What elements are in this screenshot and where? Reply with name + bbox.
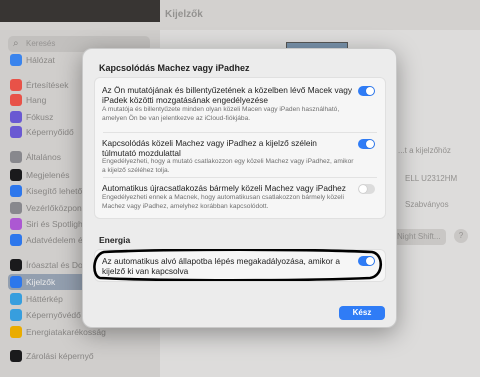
option-description: Engedélyezheti, hogy a mutató csatlakozz… xyxy=(102,158,354,174)
toggle-switch[interactable] xyxy=(358,86,375,96)
option-row-pointer-keyboard: Az Ön mutatójának és billentyűzetének a … xyxy=(95,78,385,132)
done-button[interactable]: Kész xyxy=(339,306,385,320)
connection-options-group: Az Ön mutatójának és billentyűzetének a … xyxy=(94,77,386,219)
option-row-auto-reconnect: Automatikus újracsatlakozás bármely köze… xyxy=(95,178,385,220)
toggle-switch[interactable] xyxy=(358,139,375,149)
option-title: Automatikus újracsatlakozás bármely köze… xyxy=(102,183,346,193)
energy-section-title: Energia xyxy=(99,235,131,245)
toggle-knob xyxy=(359,185,367,193)
toggle-switch[interactable] xyxy=(358,184,375,194)
option-description: A mutatója és billentyűzete minden olyan… xyxy=(102,106,340,122)
option-description: Engedélyezheti ennek a Macnek, hogy auto… xyxy=(102,194,344,210)
toggle-knob xyxy=(366,87,374,95)
option-title: Az Ön mutatójának és billentyűzetének a … xyxy=(102,85,352,105)
sheet-title: Kapcsolódás Machez vagy iPadhez xyxy=(99,63,250,73)
option-row-push-through-edge: Kapcsolódás közeli Machez vagy iPadhez a… xyxy=(95,133,385,177)
toggle-knob xyxy=(366,140,374,148)
connection-settings-sheet: Kapcsolódás Machez vagy iPadhez Az Ön mu… xyxy=(82,48,397,328)
option-title: Kapcsolódás közeli Machez vagy iPadhez a… xyxy=(102,138,317,158)
annotation-circle xyxy=(93,249,383,281)
